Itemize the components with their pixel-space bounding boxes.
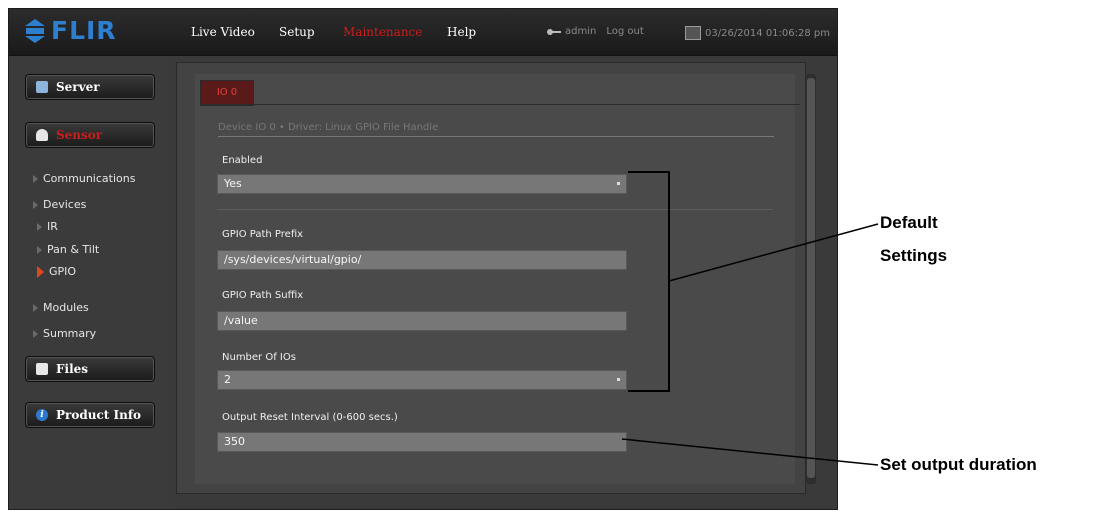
default-settings-leader: [668, 223, 879, 282]
output-duration-leader: [621, 438, 879, 466]
default-callout-line1: Default: [880, 213, 938, 232]
output-duration-callout: Set output duration: [880, 455, 1037, 474]
default-callout-line2: Settings: [880, 246, 948, 265]
